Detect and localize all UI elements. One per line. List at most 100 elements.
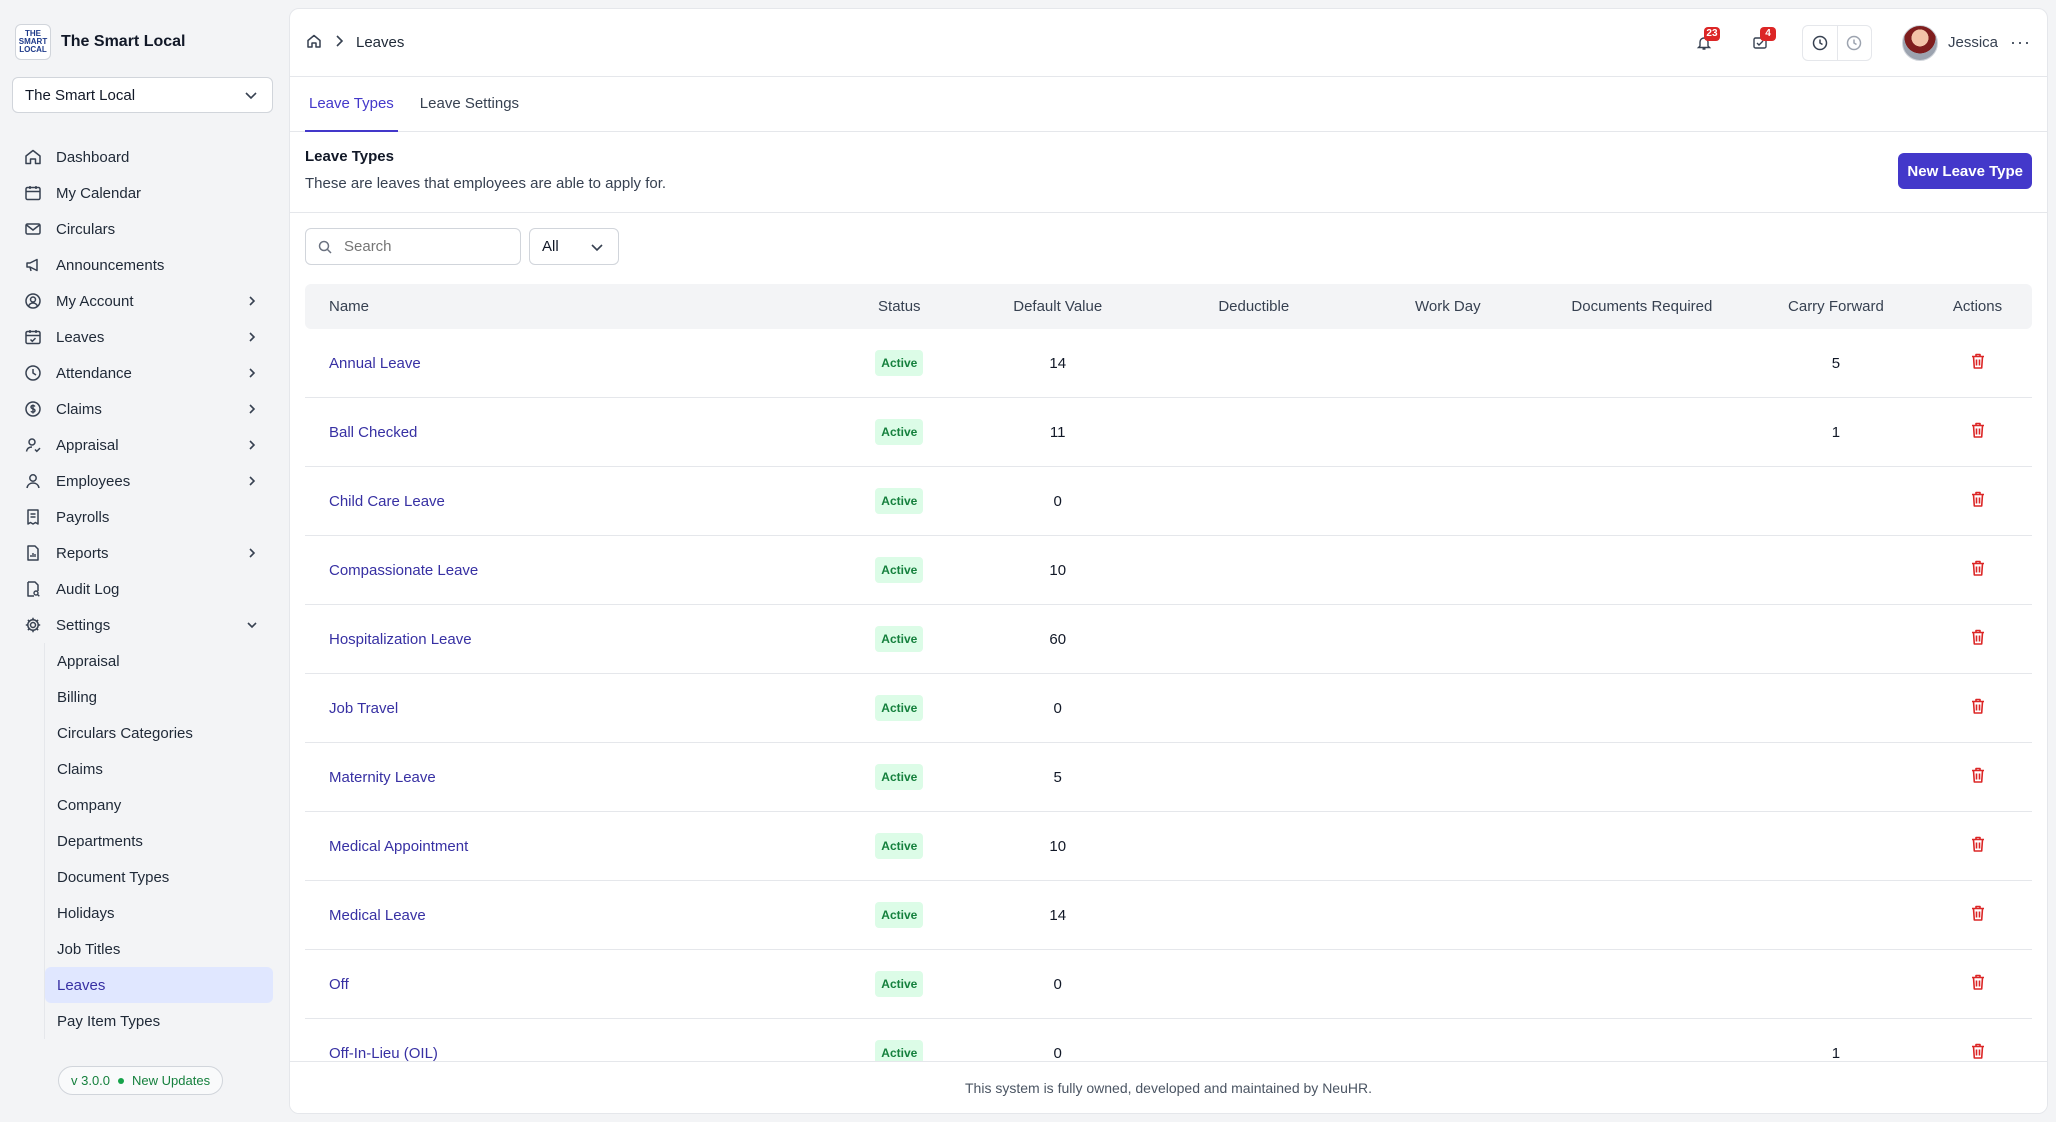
brand[interactable]: THE SMART LOCAL The Smart Local [12, 0, 273, 84]
leave-type-name-link[interactable]: Medical Appointment [305, 838, 830, 855]
sidebar-item-label: Payrolls [56, 508, 110, 526]
sidebar-item-attendance[interactable]: Attendance [12, 355, 273, 391]
sidebar-item-my-account[interactable]: My Account [12, 283, 273, 319]
leave-type-name-link[interactable]: Off-In-Lieu (OIL) [305, 1045, 830, 1062]
default-value-cell: 0 [1053, 975, 1062, 993]
main-panel: Leaves 23 4 Jessica ··· Leave Types Leav… [289, 8, 2048, 1114]
delete-icon[interactable] [1970, 766, 1986, 784]
home-icon[interactable] [306, 33, 322, 53]
column-header-default[interactable]: Default Value [969, 298, 1147, 315]
column-header-status[interactable]: Status [830, 298, 969, 315]
sidebar-item-settings[interactable]: Settings [12, 607, 273, 643]
search-input[interactable] [344, 238, 504, 255]
sidebar-item-payrolls[interactable]: Payrolls [12, 499, 273, 535]
settings-item-holidays[interactable]: Holidays [45, 895, 273, 931]
column-header-documents[interactable]: Documents Required [1535, 298, 1749, 315]
leave-type-name-link[interactable]: Child Care Leave [305, 493, 830, 510]
leave-type-name-link[interactable]: Ball Checked [305, 424, 830, 441]
sidebar-item-employees[interactable]: Employees [12, 463, 273, 499]
clock-out-button[interactable] [1836, 25, 1871, 60]
sidebar-item-label: Settings [56, 616, 111, 634]
delete-icon[interactable] [1970, 697, 1986, 715]
default-value-cell: 5 [1053, 768, 1062, 786]
leave-type-name-link[interactable]: Medical Leave [305, 907, 830, 924]
leave-type-name-link[interactable]: Annual Leave [305, 355, 830, 372]
table-row: Child Care Leave Active 0 [305, 467, 2032, 536]
delete-icon[interactable] [1970, 835, 1986, 853]
clock-in-button[interactable] [1803, 26, 1837, 60]
status-badge: Active [875, 557, 924, 583]
sidebar-item-announcements[interactable]: Announcements [12, 247, 273, 283]
column-header-actions: Actions [1952, 298, 2003, 315]
more-options-icon[interactable]: ··· [2010, 32, 2031, 53]
leave-type-name-link[interactable]: Compassionate Leave [305, 562, 830, 579]
sidebar-item-label: Reports [56, 544, 109, 562]
notifications-button[interactable]: 23 [1686, 25, 1722, 61]
sidebar-item-reports[interactable]: Reports [12, 535, 273, 571]
settings-item-billing[interactable]: Billing [45, 679, 273, 715]
sidebar-item-appraisal[interactable]: Appraisal [12, 427, 273, 463]
brand-name: The Smart Local [61, 33, 186, 50]
settings-item-job-titles[interactable]: Job Titles [45, 931, 273, 967]
column-header-work-day[interactable]: Work Day [1361, 298, 1535, 315]
actions-cell [1923, 352, 2032, 374]
delete-icon[interactable] [1970, 628, 1986, 646]
delete-icon[interactable] [1970, 1042, 1986, 1060]
delete-icon[interactable] [1970, 490, 1986, 508]
delete-icon[interactable] [1970, 421, 1986, 439]
settings-item-leaves[interactable]: Leaves [45, 967, 273, 1003]
carry-forward-cell: 1 [1831, 423, 1841, 441]
sidebar-item-audit-log[interactable]: Audit Log [12, 571, 273, 607]
delete-icon[interactable] [1970, 973, 1986, 991]
column-header-name[interactable]: Name [305, 298, 830, 315]
status-badge: Active [875, 764, 924, 790]
table-row: Job Travel Active 0 [305, 674, 2032, 743]
status-cell: Active [830, 488, 969, 514]
actions-cell [1923, 766, 2032, 788]
user-menu[interactable]: Jessica ··· [1901, 24, 2031, 61]
tab-leave-settings[interactable]: Leave Settings [416, 77, 523, 132]
leave-type-name-link[interactable]: Maternity Leave [305, 769, 830, 786]
status-badge: Active [875, 971, 924, 997]
column-header-carry-forward[interactable]: Carry Forward [1749, 298, 1923, 315]
settings-item-claims[interactable]: Claims [45, 751, 273, 787]
inbox-button[interactable]: 4 [1742, 25, 1778, 61]
sidebar-item-my-calendar[interactable]: My Calendar [12, 175, 273, 211]
actions-cell [1923, 628, 2032, 650]
status-cell: Active [830, 833, 969, 859]
status-filter-select[interactable]: All [529, 228, 619, 265]
settings-item-appraisal[interactable]: Appraisal [45, 643, 273, 679]
new-leave-type-button[interactable]: New Leave Type [1898, 153, 2032, 189]
settings-item-pay-item-types[interactable]: Pay Item Types [45, 1003, 273, 1039]
sidebar-item-claims[interactable]: Claims [12, 391, 273, 427]
carry-forward-cell: 5 [1831, 354, 1841, 372]
settings-item-circulars-categories[interactable]: Circulars Categories [45, 715, 273, 751]
sidebar-item-circulars[interactable]: Circulars [12, 211, 273, 247]
settings-item-departments[interactable]: Departments [45, 823, 273, 859]
sidebar-item-leaves[interactable]: Leaves [12, 319, 273, 355]
settings-item-document-types[interactable]: Document Types [45, 859, 273, 895]
leave-type-name-link[interactable]: Hospitalization Leave [305, 631, 830, 648]
sidebar-item-label: Attendance [56, 364, 132, 382]
version-number: v 3.0.0 [71, 1073, 111, 1088]
chevron-right-icon [245, 546, 259, 564]
default-value-cell: 11 [1049, 423, 1066, 441]
leave-type-name-link[interactable]: Job Travel [305, 700, 830, 717]
chevron-right-icon [245, 366, 259, 384]
tab-leave-types[interactable]: Leave Types [305, 77, 398, 132]
delete-icon[interactable] [1970, 904, 1986, 922]
chevron-right-icon [245, 330, 259, 348]
settings-item-company[interactable]: Company [45, 787, 273, 823]
organization-select[interactable]: The Smart Local [12, 77, 273, 113]
search-box[interactable] [305, 228, 521, 265]
delete-icon[interactable] [1970, 352, 1986, 370]
column-header-deductible[interactable]: Deductible [1147, 298, 1361, 315]
status-dot [118, 1077, 125, 1084]
sidebar-item-dashboard[interactable]: Dashboard [12, 139, 273, 175]
leave-type-name-link[interactable]: Off [305, 976, 830, 993]
chevron-right-icon [245, 402, 259, 420]
version-badge[interactable]: v 3.0.0 New Updates [58, 1066, 224, 1095]
footer: This system is fully owned, developed an… [290, 1061, 2047, 1113]
user-check-icon [24, 436, 42, 454]
delete-icon[interactable] [1970, 559, 1986, 577]
